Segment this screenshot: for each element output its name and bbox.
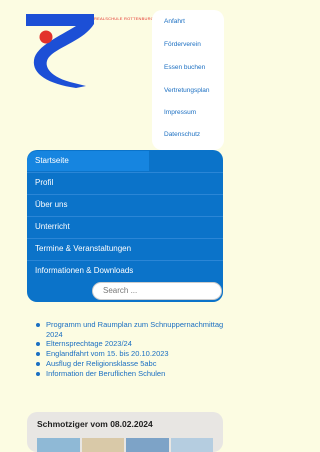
search-input[interactable]: Search ... [92,282,222,300]
top-menu-foerderverein[interactable]: Förderverein [164,41,201,48]
nav-item-startseite[interactable]: Startseite [27,151,149,171]
logo-swoosh-shape [26,14,94,88]
top-menu-essen-buchen[interactable]: Essen buchen [164,64,205,71]
news-list: Programm und Raumplan zum Schnuppernachm… [36,320,226,378]
nav-item-unterricht[interactable]: Unterricht [27,217,223,237]
news-item[interactable]: Englandfahrt vom 15. bis 20.10.2023 [36,349,226,359]
top-menu: Anfahrt Förderverein Essen buchen Vertre… [152,10,224,150]
top-menu-vertretungsplan[interactable]: Vertretungsplan [164,87,210,94]
logo-red-dot [39,30,53,44]
article-card: Schmotziger vom 08.02.2024 [27,412,223,452]
main-navigation: Startseite Profil Über uns Unterricht Te… [27,150,223,302]
nav-item-informationen[interactable]: Informationen & Downloads [27,261,223,281]
top-menu-impressum[interactable]: Impressum [164,109,196,116]
article-thumbnail [37,438,80,452]
article-thumbnail [81,438,124,452]
news-item[interactable]: Ausflug der Religionsklasse 5abc [36,359,226,369]
school-logo [26,14,94,88]
top-menu-anfahrt[interactable]: Anfahrt [164,18,185,25]
article-title[interactable]: Schmotziger vom 08.02.2024 [37,419,153,429]
news-item[interactable]: Elternsprechtage 2023/24 [36,339,226,349]
news-item[interactable]: Information der Beruflichen Schulen [36,369,226,379]
article-thumbnail [126,438,169,452]
article-thumbnail [170,438,213,452]
article-image-strip[interactable] [37,438,213,452]
nav-item-termine[interactable]: Termine & Veranstaltungen [27,239,223,259]
top-menu-datenschutz[interactable]: Datenschutz [164,131,200,138]
nav-item-profil[interactable]: Profil [27,173,223,193]
news-item[interactable]: Programm und Raumplan zum Schnuppernachm… [36,320,226,339]
school-name: REALSCHULE ROTTENBURG [94,16,154,21]
nav-item-ueber-uns[interactable]: Über uns [27,195,223,215]
